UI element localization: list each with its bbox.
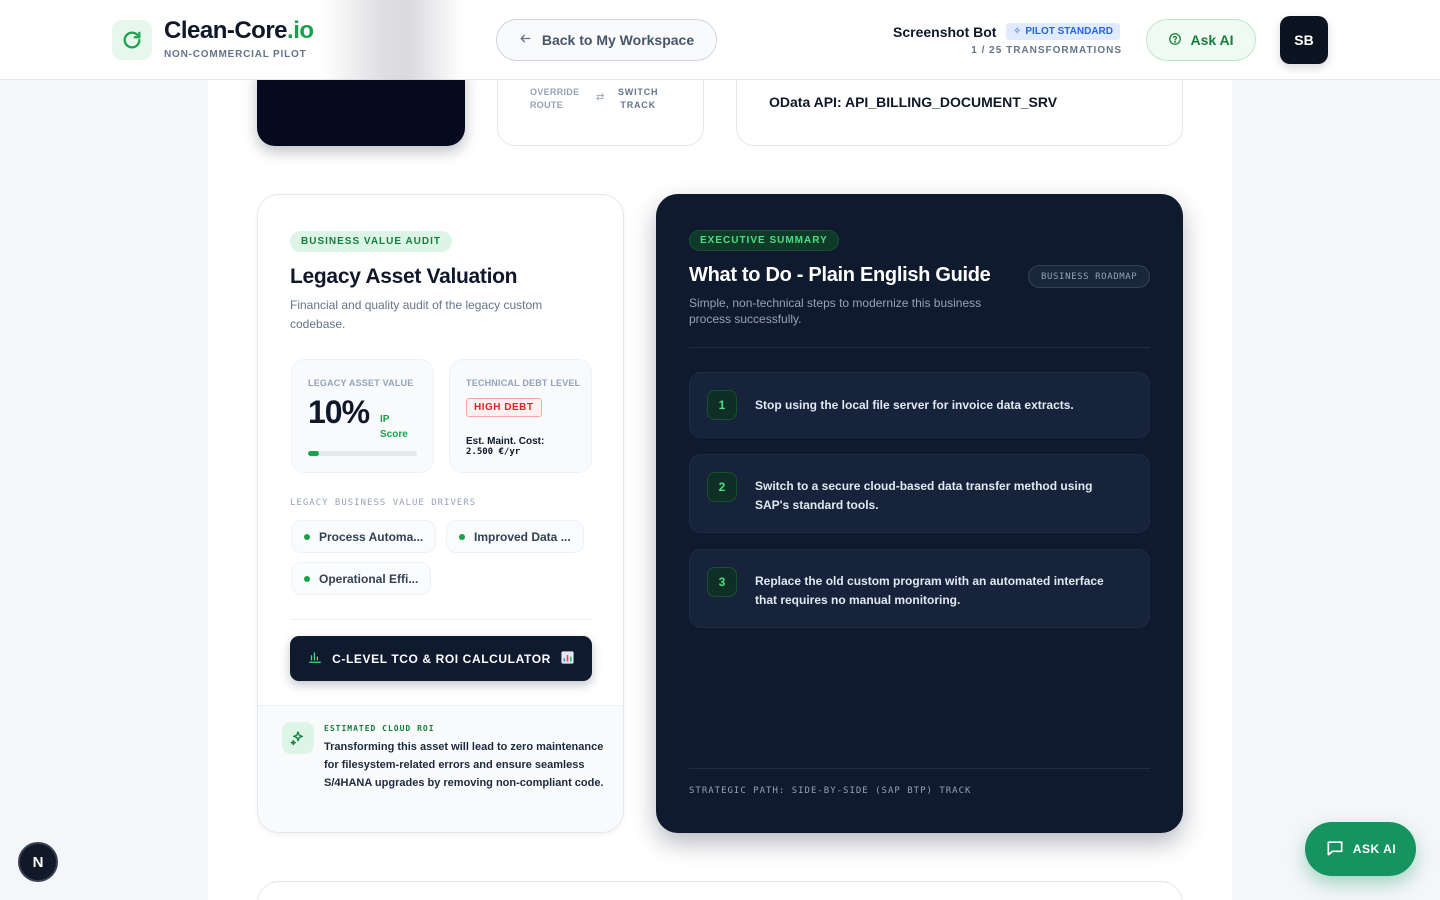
driver-chip[interactable]: Operational Effi... — [291, 562, 432, 595]
user-avatar[interactable]: SB — [1280, 16, 1328, 64]
roi-footer-text: Transforming this asset will lead to zer… — [324, 741, 604, 789]
refresh-logo-icon[interactable] — [112, 20, 152, 60]
plan-badge: ✧ PILOT STANDARD — [1006, 23, 1120, 40]
debt-level-label: TECHNICAL DEBT LEVEL — [466, 378, 581, 388]
brand-subtitle: NON-COMMERCIAL PILOT — [164, 49, 307, 60]
asset-value-progress-fill — [308, 451, 319, 456]
legacy-asset-value-metric: LEGACY ASSET VALUE 10% IP Score — [291, 359, 434, 473]
dark-status-tile — [257, 70, 465, 146]
executive-summary-tag: EXECUTIVE SUMMARY — [689, 230, 839, 251]
step-number: 1 — [707, 390, 737, 420]
n-logo-badge[interactable]: N — [18, 842, 58, 882]
swap-icon: ⇄ — [596, 92, 605, 103]
executive-description: Simple, non-technical steps to modernize… — [689, 296, 982, 326]
executive-summary-card: EXECUTIVE SUMMARY What to Do - Plain Eng… — [656, 194, 1183, 833]
step-text: Replace the old custom program with an a… — [755, 574, 1104, 607]
bullet-dot-icon — [304, 575, 310, 582]
next-section-card — [257, 881, 1183, 900]
blurred-region — [322, 0, 464, 80]
driver-chip[interactable]: Improved Data ... — [446, 520, 584, 553]
valuation-title: Legacy Asset Valuation — [290, 265, 518, 288]
chart-emoji-icon — [561, 650, 574, 667]
executive-title: What to Do - Plain English Guide — [689, 264, 991, 286]
chat-bubble-icon — [1325, 838, 1345, 861]
section-divider — [689, 768, 1150, 769]
asset-value-percent: 10% — [308, 394, 370, 430]
back-label: Back to My Workspace — [541, 32, 695, 48]
switch-track-button[interactable]: SWITCH TRACK — [618, 86, 658, 112]
arrow-left-icon — [519, 32, 532, 48]
legacy-asset-valuation-card: BUSINESS VALUE AUDIT Legacy Asset Valuat… — [257, 194, 624, 833]
section-divider — [290, 619, 593, 620]
ask-ai-button[interactable]: Ask AI — [1146, 19, 1256, 61]
roadmap-step: 3 Replace the old custom program with an… — [689, 549, 1150, 628]
back-to-workspace-button[interactable]: Back to My Workspace — [496, 19, 717, 61]
business-value-audit-tag: BUSINESS VALUE AUDIT — [290, 231, 453, 252]
transformation-count: 1 / 25 TRANSFORMATIONS — [971, 45, 1122, 56]
asset-value-progress — [308, 451, 417, 456]
bullet-dot-icon — [459, 533, 465, 540]
high-debt-badge: HIGH DEBT — [466, 398, 542, 417]
asset-value-label: LEGACY ASSET VALUE — [308, 378, 414, 388]
estimated-roi-footer: ESTIMATED CLOUD ROI Transforming this as… — [258, 705, 623, 832]
override-route-card: OVERRIDE ROUTE ⇄ SWITCH TRACK — [497, 70, 704, 146]
step-text: Switch to a secure cloud-based data tran… — [755, 479, 1093, 512]
override-route-label: OVERRIDE ROUTE — [530, 87, 580, 110]
valuation-description: Financial and quality audit of the legac… — [290, 298, 543, 331]
bar-chart-icon — [308, 650, 322, 667]
driver-chip[interactable]: Process Automa... — [291, 520, 437, 553]
strategic-path: STRATEGIC PATH: SIDE-BY-SIDE (SAP BTP) T… — [689, 786, 972, 796]
top-header: Clean-Core.io NON-COMMERCIAL PILOT Back … — [0, 0, 1440, 80]
step-text: Stop using the local file server for inv… — [755, 398, 1074, 412]
sparkle-icon: ✧ — [1013, 26, 1022, 37]
roi-footer-label: ESTIMATED CLOUD ROI — [324, 724, 435, 733]
step-number: 2 — [707, 472, 737, 502]
bullet-dot-icon — [304, 533, 310, 540]
roi-calculator-button[interactable]: C-LEVEL TCO & ROI CALCULATOR — [290, 636, 592, 681]
ask-ai-floating-button[interactable]: ASK AI — [1305, 822, 1416, 876]
roadmap-step: 1 Stop using the local file server for i… — [689, 372, 1150, 438]
maintenance-cost: Est. Maint. Cost: 2.500 €/yr — [466, 436, 545, 457]
business-roadmap-pill: BUSINESS ROADMAP — [1028, 265, 1151, 288]
roadmap-step: 2 Switch to a secure cloud-based data tr… — [689, 454, 1150, 533]
user-name: Screenshot Bot — [893, 24, 997, 40]
target-api-value: OData API: API_BILLING_DOCUMENT_SRV — [769, 94, 1058, 110]
step-number: 3 — [707, 567, 737, 597]
sparkles-icon — [282, 722, 314, 754]
brand-name: Clean-Core.io — [164, 17, 314, 44]
target-process-card: OData API: API_BILLING_DOCUMENT_SRV — [736, 70, 1183, 146]
ip-score-label: IP Score — [380, 414, 408, 440]
technical-debt-metric: TECHNICAL DEBT LEVEL HIGH DEBT Est. Main… — [449, 359, 592, 473]
section-divider — [689, 347, 1150, 348]
value-drivers-label: LEGACY BUSINESS VALUE DRIVERS — [290, 498, 477, 508]
help-circle-icon — [1168, 32, 1182, 49]
